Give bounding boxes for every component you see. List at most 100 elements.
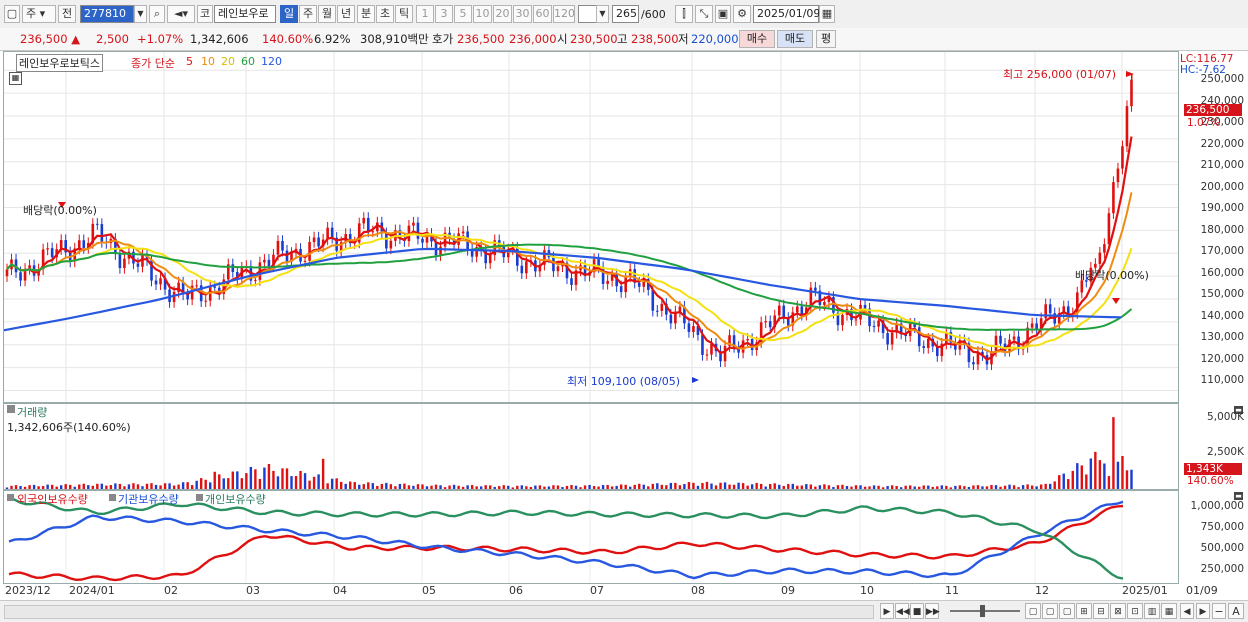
layout-icon[interactable]: ▢ — [1042, 603, 1058, 619]
period-tick[interactable]: 틱 — [395, 5, 413, 23]
tool-icon[interactable]: ⊠ — [1110, 603, 1126, 619]
forward-icon[interactable]: ▶▶ — [925, 603, 940, 619]
holdings-chart[interactable] — [4, 491, 1178, 583]
grid-icon[interactable]: ▦ — [9, 72, 22, 85]
last-pct-label: 1.07% — [1187, 117, 1221, 129]
chevron-down-icon[interactable]: ▼ — [134, 5, 147, 23]
stop-icon[interactable]: ■ — [910, 603, 924, 619]
prev-button[interactable]: 전 — [58, 5, 76, 23]
high-arrow — [1126, 71, 1134, 77]
interval-120[interactable]: 120 — [553, 5, 575, 23]
volume-bar — [633, 484, 636, 489]
horizontal-scrollbar[interactable] — [4, 605, 874, 619]
volume-bar — [209, 482, 212, 489]
stock-code-input[interactable]: 277810 — [80, 5, 134, 23]
volume-bar — [1053, 481, 1056, 489]
volume-bar — [385, 482, 388, 489]
eval-button[interactable]: 평 — [816, 30, 836, 48]
change-pct: +1.07% — [137, 32, 184, 46]
price-chart[interactable] — [4, 52, 1178, 402]
interval-10[interactable]: 10 — [473, 5, 492, 23]
volume-bar — [705, 481, 709, 489]
tool-icon[interactable]: ▦ — [1161, 603, 1177, 619]
volume-ratio: 140.60% — [262, 32, 314, 46]
scroll-right-icon[interactable]: ▶ — [1196, 603, 1210, 619]
candle — [50, 248, 54, 258]
font-size-icon[interactable]: A — [1228, 603, 1244, 619]
zoom-slider[interactable] — [950, 610, 1020, 612]
volume-chart[interactable] — [4, 404, 1178, 489]
volume-bar — [254, 469, 257, 489]
volume-bar — [755, 482, 758, 489]
candle — [678, 306, 682, 312]
volume-bar — [543, 486, 546, 489]
candle — [19, 272, 22, 281]
tool-icon[interactable]: ⊞ — [1076, 603, 1092, 619]
period-second[interactable]: 초 — [376, 5, 394, 23]
volume-bar — [859, 485, 862, 489]
candle — [213, 286, 217, 288]
gear-icon[interactable]: ⚙ — [733, 5, 751, 23]
interval-1[interactable]: 1 — [416, 5, 434, 23]
volume-bar — [64, 484, 67, 489]
zoom-slider-handle[interactable] — [980, 605, 985, 617]
interval-5[interactable]: 5 — [454, 5, 472, 23]
count-input[interactable]: 265 — [612, 5, 639, 23]
interval-3[interactable]: 3 — [435, 5, 453, 23]
x-label: 05 — [422, 584, 436, 597]
volume-bar — [100, 483, 104, 489]
sell-button[interactable]: 매도 — [777, 30, 813, 48]
volume-bar — [800, 485, 804, 489]
chevron-down-icon[interactable]: ▼ — [596, 5, 609, 23]
volume-bar — [854, 485, 858, 489]
volume-bar — [552, 485, 555, 489]
layout-icon[interactable]: ▢ — [1059, 603, 1075, 619]
speaker-icon[interactable]: ◄▾ — [167, 5, 195, 23]
x-label: 2023/12 — [5, 584, 51, 597]
volume-bar — [507, 485, 510, 489]
window-icon[interactable]: ▢ — [4, 5, 20, 23]
volume-bar — [249, 466, 253, 489]
interval-60[interactable]: 60 — [533, 5, 552, 23]
candle — [5, 269, 9, 277]
rewind-icon[interactable]: ◀◀ — [895, 603, 910, 619]
layout-icon[interactable]: ▢ — [1025, 603, 1041, 619]
period-day[interactable]: 일 — [280, 5, 298, 23]
candle-icon[interactable]: ⫿ — [675, 5, 693, 23]
scroll-left-icon[interactable]: ◀ — [1180, 603, 1194, 619]
calendar-icon[interactable]: ▦ — [819, 5, 835, 23]
interval-20[interactable]: 20 — [493, 5, 512, 23]
candle — [624, 276, 627, 293]
candle — [254, 279, 257, 281]
interval-30[interactable]: 30 — [513, 5, 532, 23]
volume-bar — [999, 486, 1002, 489]
volume-bar — [195, 480, 198, 489]
draw-icon[interactable]: ⤡ — [695, 5, 713, 23]
market-select[interactable]: 주 ▾ — [22, 5, 56, 23]
scroll-right-icon[interactable]: ▶ — [880, 603, 894, 619]
zoom-out-icon[interactable]: − — [1212, 603, 1226, 619]
volume-bar — [660, 484, 664, 489]
tool-icon[interactable]: ▥ — [1144, 603, 1160, 619]
kind-button[interactable]: 코 — [197, 5, 213, 23]
buy-button[interactable]: 매수 — [739, 30, 775, 48]
candle — [231, 264, 235, 273]
date-input[interactable]: 2025/01/09 — [753, 5, 820, 23]
period-week[interactable]: 주 — [299, 5, 317, 23]
volume-bar — [353, 482, 356, 489]
period-month[interactable]: 월 — [318, 5, 336, 23]
volume-bar — [805, 484, 808, 489]
tool-icon[interactable]: ⊟ — [1093, 603, 1109, 619]
dividend-left-note: 배당락(0.00%) — [23, 204, 97, 217]
search-icon[interactable]: ⌕ — [149, 5, 165, 23]
volume-bar — [985, 486, 989, 489]
save-icon[interactable]: ▣ — [715, 5, 731, 23]
period-minute[interactable]: 분 — [357, 5, 375, 23]
volume-bar — [1058, 475, 1061, 489]
volume-bar — [895, 486, 898, 489]
volume-bar — [624, 484, 627, 489]
tool-icon[interactable]: ⊡ — [1127, 603, 1143, 619]
period-year[interactable]: 년 — [337, 5, 355, 23]
y-tick: 220,000 — [1200, 138, 1244, 150]
volume-bar — [23, 486, 27, 489]
